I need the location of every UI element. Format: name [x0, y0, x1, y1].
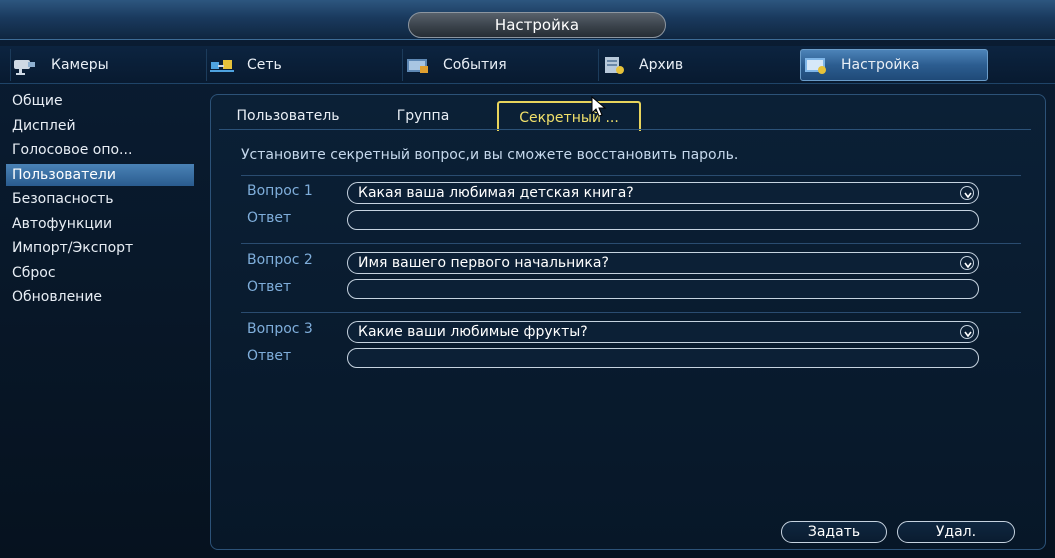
sidebar-item-general[interactable]: Общие — [6, 90, 200, 112]
answer-1-field[interactable] — [347, 210, 979, 230]
hint-text: Установите секретный вопрос,и вы сможете… — [241, 147, 739, 163]
sidebar-item-autofunctions[interactable]: Автофункции — [6, 213, 200, 235]
network-icon — [207, 54, 237, 76]
sidebar-item-users[interactable]: Пользователи — [6, 163, 194, 186]
nav-tab-cameras[interactable]: Камеры — [10, 49, 198, 81]
top-nav: Камеры Сеть События Архив Настройка — [0, 46, 1055, 84]
archive-icon — [599, 54, 629, 76]
sidebar-item-display[interactable]: Дисплей — [6, 115, 200, 137]
chevron-down-icon — [960, 186, 974, 200]
nav-tab-network[interactable]: Сеть — [206, 49, 394, 81]
tab-group[interactable]: Группа — [383, 101, 463, 131]
question-1-select[interactable]: Какая ваша любимая детская книга? — [347, 182, 979, 204]
nav-tab-settings[interactable]: Настройка — [800, 49, 988, 81]
delete-button[interactable]: Удал. — [897, 521, 1015, 543]
nav-tab-label: Сеть — [247, 57, 282, 73]
chevron-down-icon — [960, 325, 974, 339]
tab-user[interactable]: Пользователь — [219, 101, 357, 131]
sidebar-item-update[interactable]: Обновление — [6, 286, 200, 308]
tab-divider — [219, 129, 1031, 130]
chevron-down-icon — [960, 256, 974, 270]
tab-secret-question[interactable]: Секретный ... — [497, 101, 641, 131]
mouse-cursor-icon — [591, 95, 609, 118]
window-title: Настройка — [408, 12, 666, 38]
sidebar-item-security[interactable]: Безопасность — [6, 188, 200, 210]
sidebar: Общие Дисплей Голосовое опо... Пользоват… — [6, 90, 200, 550]
set-button[interactable]: Задать — [781, 521, 887, 543]
question-1-value: Какая ваша любимая детская книга? — [358, 185, 634, 201]
sidebar-item-import-export[interactable]: Импорт/Экспорт — [6, 237, 200, 259]
section-divider — [241, 175, 1021, 176]
main-panel: Пользователь Группа Секретный ... Устано… — [210, 94, 1046, 550]
nav-tab-label: Настройка — [841, 57, 920, 73]
question-3-value: Какие ваши любимые фрукты? — [358, 324, 588, 340]
answer-2-field[interactable] — [347, 279, 979, 299]
answer-1-label: Ответ — [247, 210, 292, 226]
events-icon — [403, 54, 433, 76]
question-1-label: Вопрос 1 — [247, 183, 313, 199]
question-3-label: Вопрос 3 — [247, 321, 313, 337]
answer-2-label: Ответ — [247, 279, 292, 295]
title-bar: Настройка — [0, 0, 1055, 40]
camera-icon — [11, 54, 41, 76]
section-divider — [241, 243, 1021, 244]
nav-tab-events[interactable]: События — [402, 49, 590, 81]
sidebar-item-reset[interactable]: Сброс — [6, 262, 200, 284]
section-divider — [241, 312, 1021, 313]
sidebar-item-voice[interactable]: Голосовое опо... — [6, 139, 200, 161]
answer-3-field[interactable] — [347, 348, 979, 368]
question-2-value: Имя вашего первого начальника? — [358, 255, 609, 271]
nav-tab-label: Камеры — [51, 57, 109, 73]
nav-tab-archive[interactable]: Архив — [598, 49, 786, 81]
question-2-select[interactable]: Имя вашего первого начальника? — [347, 252, 979, 274]
nav-tab-label: События — [443, 57, 507, 73]
nav-tab-label: Архив — [639, 57, 684, 73]
question-3-select[interactable]: Какие ваши любимые фрукты? — [347, 321, 979, 343]
settings-icon — [801, 54, 831, 76]
answer-3-label: Ответ — [247, 348, 292, 364]
question-2-label: Вопрос 2 — [247, 252, 313, 268]
app-window: Настройка Камеры Сеть События Архив Наст… — [0, 0, 1055, 558]
